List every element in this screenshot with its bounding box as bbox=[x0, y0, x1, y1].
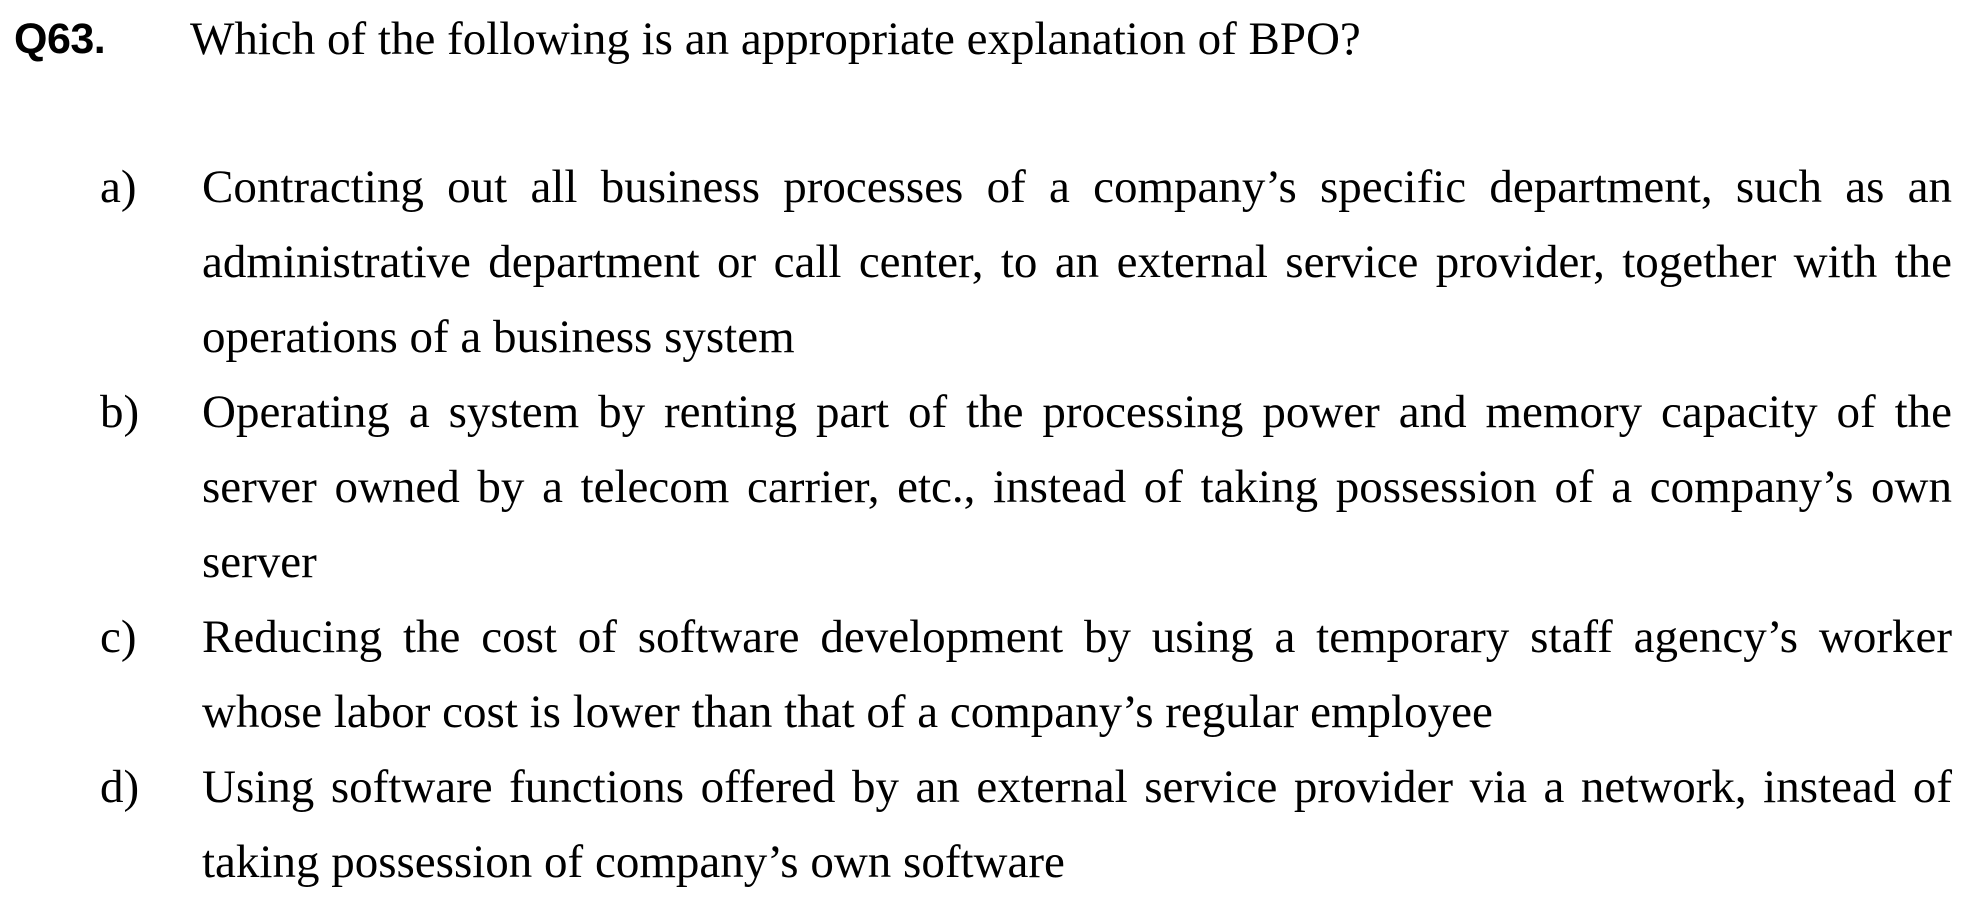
option-c: c) Reducing the cost of software develop… bbox=[100, 600, 1952, 750]
option-b: b) Operating a system by renting part of… bbox=[100, 375, 1952, 600]
option-text: Using software functions offered by an e… bbox=[202, 761, 1952, 888]
option-letter: c) bbox=[100, 611, 137, 663]
question-number: Q63. bbox=[14, 14, 106, 63]
option-text: Contracting out all business processes o… bbox=[202, 161, 1952, 363]
option-d: d) Using software functions offered by a… bbox=[100, 750, 1952, 900]
option-letter: a) bbox=[100, 161, 137, 213]
option-text: Reducing the cost of software developmen… bbox=[202, 611, 1952, 738]
option-a: a) Contracting out all business processe… bbox=[100, 150, 1952, 375]
option-letter: d) bbox=[100, 761, 140, 813]
question-text: Which of the following is an appropriate… bbox=[190, 13, 1361, 65]
option-text: Operating a system by renting part of th… bbox=[202, 386, 1952, 588]
answer-options-list: a) Contracting out all business processe… bbox=[100, 150, 1952, 900]
option-letter: b) bbox=[100, 386, 140, 438]
question-header: Q63. Which of the following is an approp… bbox=[14, 0, 1361, 78]
